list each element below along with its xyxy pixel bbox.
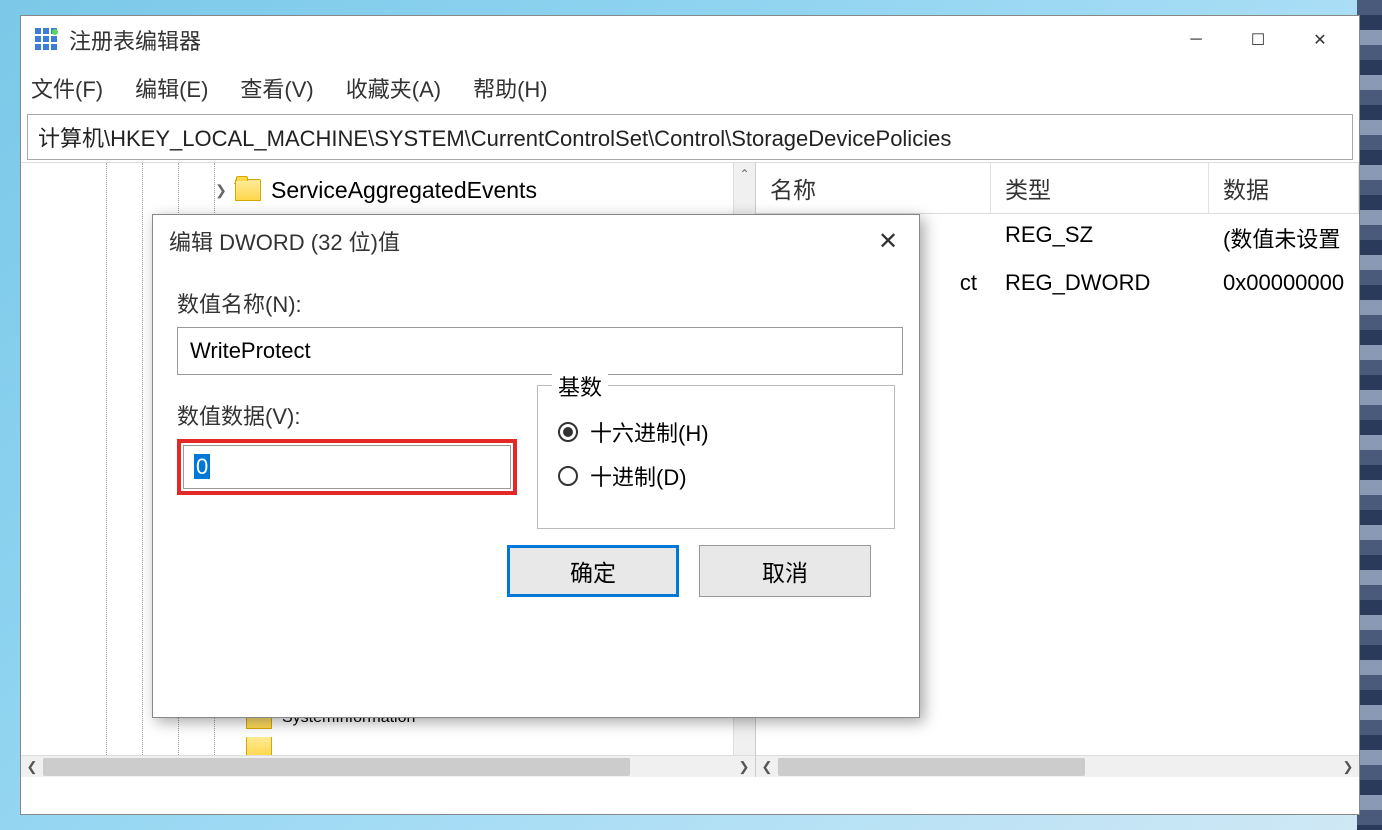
background-decoration [1357, 0, 1382, 830]
menu-file[interactable]: 文件(F) [31, 72, 103, 104]
column-header-name[interactable]: 名称 [756, 163, 991, 213]
scroll-thumb[interactable] [778, 758, 1085, 776]
scroll-up-icon[interactable]: ⌃ [734, 163, 755, 185]
scroll-thumb[interactable] [43, 758, 630, 776]
window-title: 注册表编辑器 [69, 24, 1165, 56]
cell-data: 0x00000000 [1209, 266, 1359, 300]
scroll-track[interactable] [778, 756, 1337, 777]
dialog-body: 数值名称(N): WriteProtect 数值数据(V): 0 基数 十六进制… [153, 267, 919, 617]
radio-label: 十六进制(H) [590, 416, 709, 448]
app-icon [35, 28, 59, 52]
tree-item-label: ServiceAggregatedEvents [271, 177, 537, 204]
dialog-title: 编辑 DWORD (32 位)值 [169, 225, 400, 257]
dialog-title-bar: 编辑 DWORD (32 位)值 ✕ [153, 215, 919, 267]
radio-decimal[interactable]: 十进制(D) [558, 460, 874, 492]
radix-section: 基数 十六进制(H) 十进制(D) [537, 399, 895, 529]
menu-favorites[interactable]: 收藏夹(A) [346, 72, 441, 104]
menu-view[interactable]: 查看(V) [240, 72, 313, 104]
cell-type: REG_SZ [991, 218, 1209, 258]
radix-legend: 基数 [552, 370, 608, 402]
value-name-input[interactable]: WriteProtect [177, 327, 903, 375]
column-header-data[interactable]: 数据 [1209, 163, 1359, 213]
column-header-type[interactable]: 类型 [991, 163, 1209, 213]
chevron-right-icon[interactable]: ❯ [211, 182, 231, 199]
window-controls: ─ ☐ ✕ [1165, 20, 1351, 60]
close-icon[interactable]: ✕ [873, 227, 903, 256]
value-data-highlight: 0 [177, 439, 517, 495]
tree-item-partial[interactable] [21, 737, 733, 755]
list-scrollbar-horizontal[interactable]: ❮ ❯ [756, 755, 1359, 777]
tree-scrollbar-horizontal[interactable]: ❮ ❯ [21, 755, 755, 777]
dialog-buttons: 确定 取消 [177, 529, 895, 597]
scroll-track[interactable] [43, 756, 733, 777]
radio-hexadecimal[interactable]: 十六进制(H) [558, 416, 874, 448]
scroll-right-icon[interactable]: ❯ [733, 756, 755, 777]
value-data-section: 数值数据(V): 0 [177, 399, 517, 529]
list-header: 名称 类型 数据 [756, 163, 1359, 214]
folder-icon [246, 737, 272, 755]
name-label: 数值名称(N): [177, 287, 895, 319]
close-button[interactable]: ✕ [1289, 20, 1351, 60]
menu-bar: 文件(F) 编辑(E) 查看(V) 收藏夹(A) 帮助(H) [21, 64, 1359, 112]
menu-edit[interactable]: 编辑(E) [135, 72, 208, 104]
dialog-row: 数值数据(V): 0 基数 十六进制(H) 十进制(D) [177, 399, 895, 529]
scroll-left-icon[interactable]: ❮ [21, 756, 43, 777]
cell-data: (数值未设置 [1209, 218, 1359, 258]
data-label: 数值数据(V): [177, 399, 517, 431]
folder-icon [235, 179, 261, 201]
scroll-left-icon[interactable]: ❮ [756, 756, 778, 777]
radio-icon [558, 422, 578, 442]
address-bar[interactable]: 计算机\HKEY_LOCAL_MACHINE\SYSTEM\CurrentCon… [27, 114, 1353, 160]
radio-icon [558, 466, 578, 486]
cancel-button[interactable]: 取消 [699, 545, 871, 597]
radix-fieldset: 基数 十六进制(H) 十进制(D) [537, 385, 895, 529]
cell-type: REG_DWORD [991, 266, 1209, 300]
maximize-button[interactable]: ☐ [1227, 20, 1289, 60]
edit-dword-dialog: 编辑 DWORD (32 位)值 ✕ 数值名称(N): WriteProtect… [152, 214, 920, 718]
value-data-input[interactable]: 0 [183, 445, 511, 489]
menu-help[interactable]: 帮助(H) [473, 72, 548, 104]
minimize-button[interactable]: ─ [1165, 20, 1227, 60]
tree-item[interactable]: ❯ ServiceAggregatedEvents [21, 171, 755, 209]
scroll-right-icon[interactable]: ❯ [1337, 756, 1359, 777]
title-bar: 注册表编辑器 ─ ☐ ✕ [21, 16, 1359, 64]
radio-label: 十进制(D) [590, 460, 687, 492]
ok-button[interactable]: 确定 [507, 545, 679, 597]
